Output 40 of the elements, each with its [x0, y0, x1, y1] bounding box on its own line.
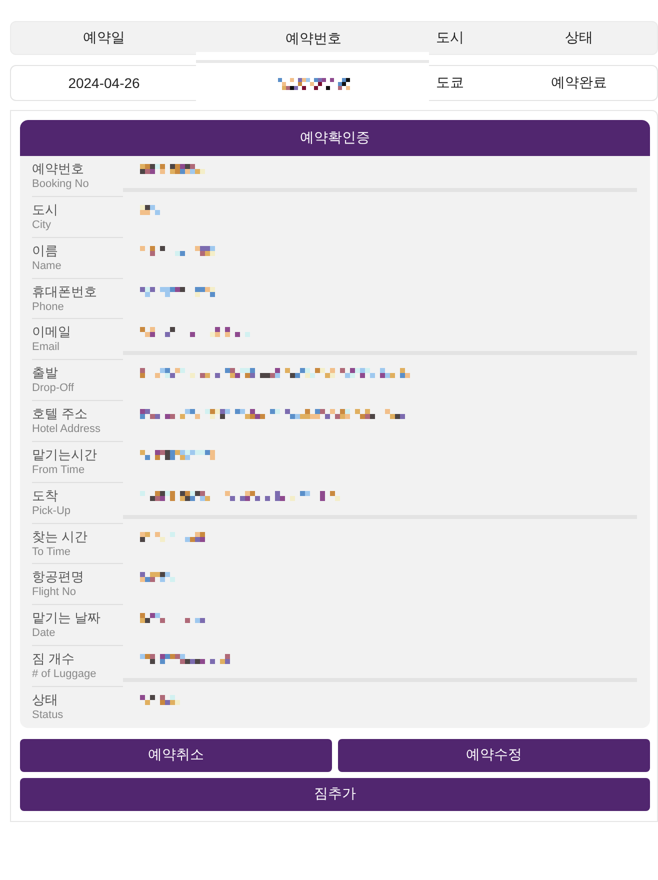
field-sublabel: Phone	[32, 300, 64, 315]
field-sublabel: Date	[32, 626, 56, 642]
column-header: 예약일	[83, 29, 125, 47]
field-sublabel: To Time	[32, 544, 71, 560]
field-label: 출발	[32, 364, 58, 382]
field-label: 맡기는시간	[32, 446, 97, 463]
table-cell: 2024-04-26	[68, 75, 140, 91]
field-label: 휴대폰번호	[32, 282, 97, 300]
field-label: 이름	[32, 242, 58, 259]
field-sublabel: Flight No	[32, 585, 76, 600]
field-label: 도착	[32, 486, 58, 504]
field-sublabel: # of Luggage	[32, 667, 96, 682]
field-label: 호텔 주소	[32, 405, 88, 422]
field-label: 이메일	[32, 323, 71, 340]
field-sublabel: Hotel Address	[32, 422, 100, 438]
field-label: 예약번호	[32, 160, 84, 177]
field-label: 짐 개수	[32, 650, 75, 668]
field-label: 상태	[32, 690, 58, 708]
field-sublabel: Email	[32, 340, 60, 356]
field-label: 항공편명	[32, 568, 84, 586]
field-sublabel: Pick-Up	[32, 504, 71, 519]
field-sublabel: Status	[32, 708, 64, 723]
field-label: 찾는 시간	[32, 528, 88, 545]
cancel-booking-button[interactable]: 예약취소	[20, 738, 332, 772]
field-sublabel: Name	[32, 258, 62, 274]
table-cell: 예약완료	[551, 74, 607, 92]
field-label: 도시	[32, 200, 58, 218]
certificate-header: 예약확인증	[20, 120, 650, 156]
column-header: 도시	[435, 29, 464, 47]
column-header: 예약번호	[286, 28, 342, 48]
column-header: 상태	[565, 29, 593, 47]
field-sublabel: Drop-Off	[32, 381, 74, 396]
table-cell-text: 도쿄	[435, 74, 464, 92]
table-row[interactable]: 2024-04-26 도쿄 예약완료	[10, 65, 658, 101]
edit-booking-button[interactable]: 예약수정	[338, 738, 650, 772]
add-luggage-button[interactable]: 짐추가	[20, 778, 650, 811]
field-sublabel: City	[32, 218, 51, 233]
field-sublabel: From Time	[32, 462, 85, 478]
field-label: 맡기는 날짜	[32, 609, 101, 626]
field-sublabel: Booking No	[32, 177, 89, 192]
